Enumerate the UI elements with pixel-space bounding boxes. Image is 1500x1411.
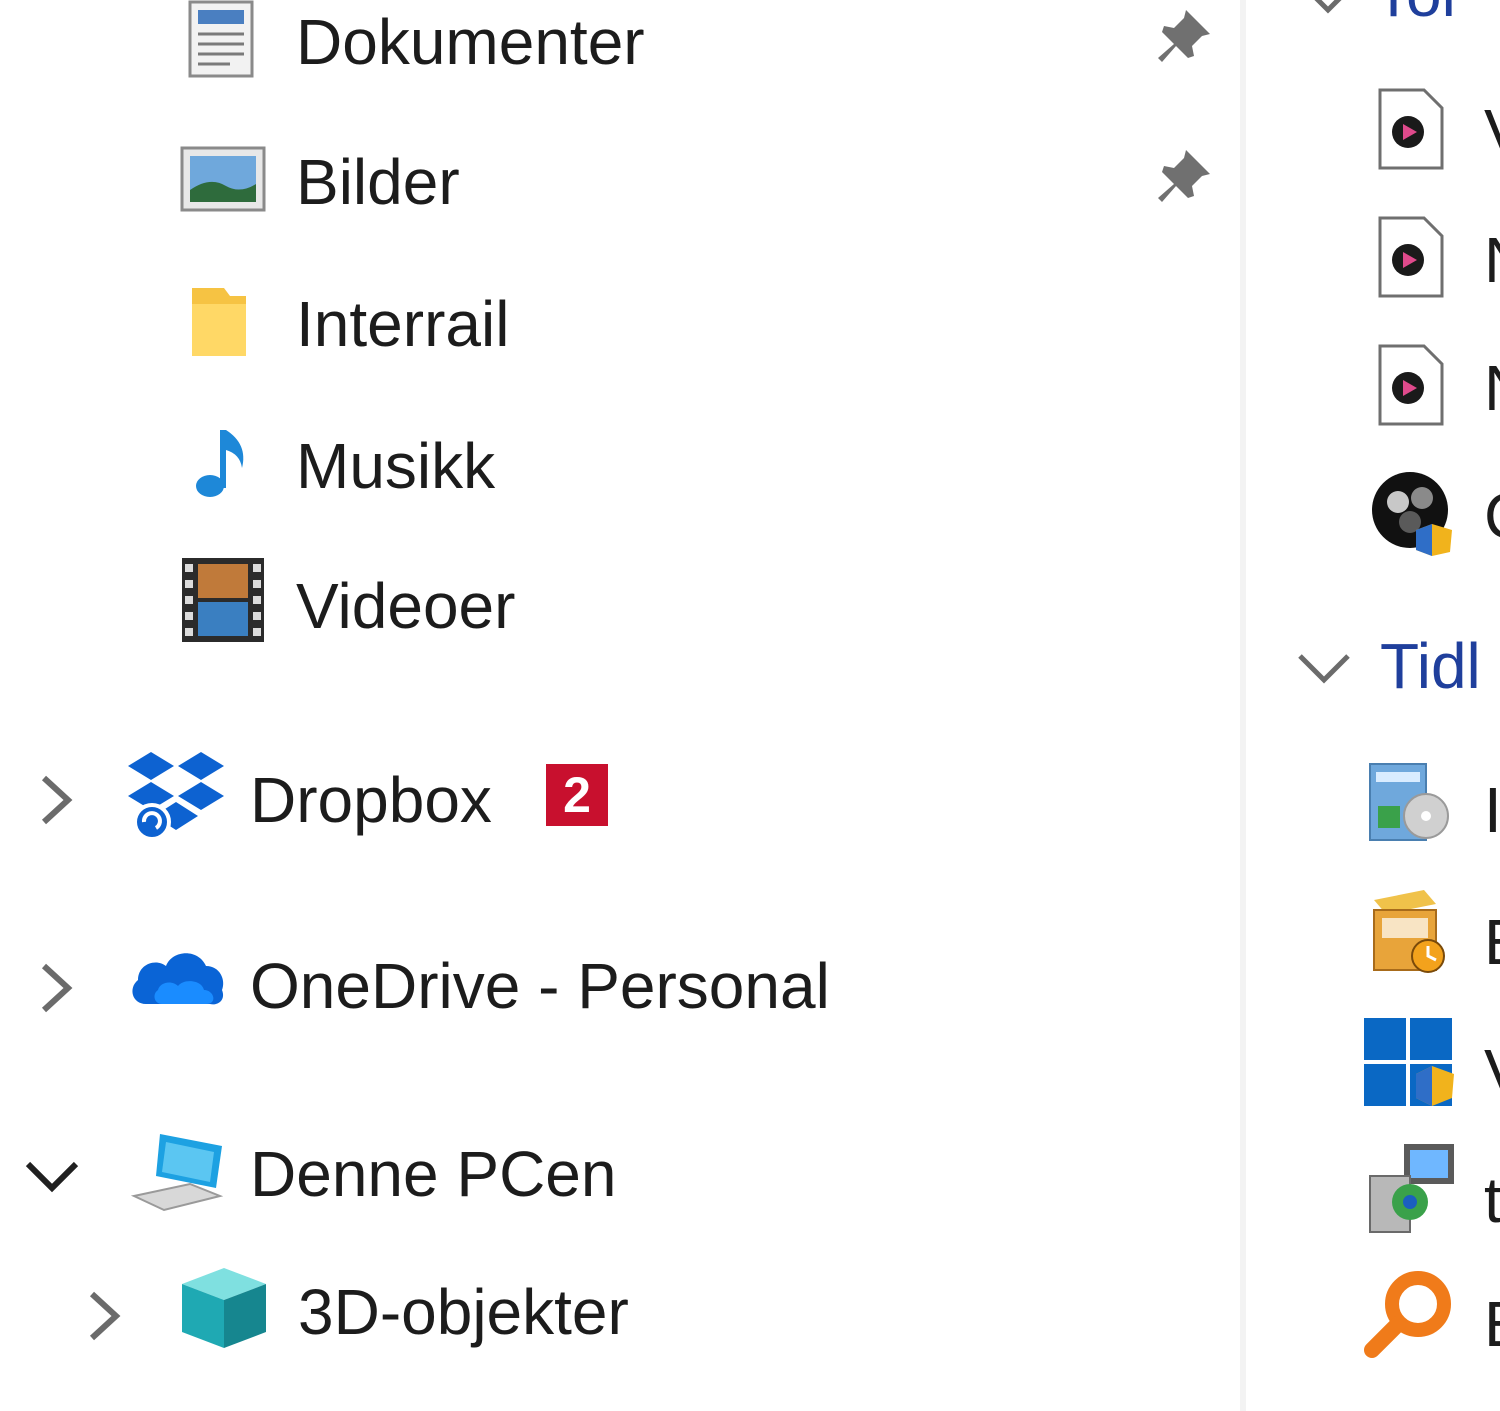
file-row[interactable]: I xyxy=(1246,748,1500,858)
chevron-right-icon[interactable] xyxy=(36,772,76,828)
media-file-icon xyxy=(1378,344,1444,426)
search-orange-icon xyxy=(1364,1271,1451,1358)
documents-icon xyxy=(188,0,254,78)
dropbox-icon xyxy=(128,752,224,841)
nav-item-this-pc[interactable]: Denne PCen xyxy=(0,1116,1230,1236)
nav-item-interrail[interactable]: Interrail xyxy=(170,282,1230,402)
windows-shield-icon xyxy=(1364,1018,1454,1106)
section-header-frequent[interactable]: Tol xyxy=(1374,0,1456,32)
nav-item-label: OneDrive - Personal xyxy=(250,950,830,1022)
nav-item-3d-objects[interactable]: 3D-objekter xyxy=(0,1258,1230,1378)
file-name: C xyxy=(1484,478,1500,554)
setup-box-icon xyxy=(1373,890,1445,973)
file-row[interactable]: N xyxy=(1246,206,1500,316)
nav-item-music[interactable]: Musikk xyxy=(170,424,1230,544)
nav-item-pictures[interactable]: Bilder xyxy=(170,140,1230,260)
setup-computer-icon xyxy=(1369,1144,1454,1233)
notification-badge: 2 xyxy=(546,764,608,826)
nav-item-onedrive[interactable]: OneDrive - Personal xyxy=(0,928,1230,1048)
nav-item-label: Musikk xyxy=(296,430,496,502)
file-name: N xyxy=(1484,222,1500,298)
videos-icon xyxy=(182,558,264,642)
file-row[interactable]: N xyxy=(1246,334,1500,444)
file-name: V xyxy=(1484,1034,1500,1110)
content-pane: Tol V N N C xyxy=(1246,0,1500,1411)
media-file-icon xyxy=(1378,88,1444,170)
chevron-right-icon[interactable] xyxy=(36,960,76,1016)
chevron-down-icon[interactable] xyxy=(24,1156,80,1196)
computer-icon xyxy=(130,1134,224,1212)
file-name: N xyxy=(1484,350,1500,426)
file-name: E xyxy=(1484,1286,1500,1362)
chevron-down-icon[interactable] xyxy=(1300,0,1356,18)
file-name: E xyxy=(1484,904,1500,980)
navigation-pane: Dokumenter Bilder Interrail Musikk Video… xyxy=(0,0,1240,1411)
chevron-down-icon[interactable] xyxy=(1296,648,1352,688)
section-header-recent[interactable]: Tidl xyxy=(1380,628,1481,704)
media-file-icon xyxy=(1378,216,1444,298)
file-name: V xyxy=(1484,94,1500,170)
nav-item-label: Denne PCen xyxy=(250,1138,617,1210)
installer-icon xyxy=(1369,763,1449,841)
folder-icon xyxy=(192,288,246,356)
file-row[interactable]: C xyxy=(1246,462,1500,572)
nav-item-label: Dropbox xyxy=(250,764,492,836)
pin-icon[interactable] xyxy=(1152,144,1216,208)
chevron-right-icon[interactable] xyxy=(84,1288,124,1344)
file-name: t xyxy=(1484,1164,1500,1236)
nav-item-label: Dokumenter xyxy=(296,6,645,78)
file-row[interactable]: V xyxy=(1246,78,1500,188)
file-row[interactable]: t xyxy=(1246,1136,1500,1246)
nav-item-dropbox[interactable]: Dropbox 2 xyxy=(0,742,1230,862)
file-row[interactable]: V xyxy=(1246,1010,1500,1120)
3d-objects-icon xyxy=(182,1268,266,1348)
obs-app-icon xyxy=(1372,472,1452,556)
music-icon xyxy=(196,430,244,497)
nav-item-documents[interactable]: Dokumenter xyxy=(170,0,1230,120)
nav-item-label: 3D-objekter xyxy=(298,1276,629,1348)
nav-item-label: Interrail xyxy=(296,288,510,360)
nav-item-label: Bilder xyxy=(296,146,460,218)
file-row[interactable]: E xyxy=(1246,880,1500,990)
onedrive-cloud-icon xyxy=(132,953,224,1005)
nav-item-videos[interactable]: Videoer xyxy=(170,558,1230,680)
file-name: I xyxy=(1484,774,1500,846)
file-row[interactable]: E xyxy=(1246,1262,1500,1372)
pin-icon[interactable] xyxy=(1152,4,1216,68)
pictures-icon xyxy=(180,146,266,212)
nav-item-label: Videoer xyxy=(296,570,516,642)
